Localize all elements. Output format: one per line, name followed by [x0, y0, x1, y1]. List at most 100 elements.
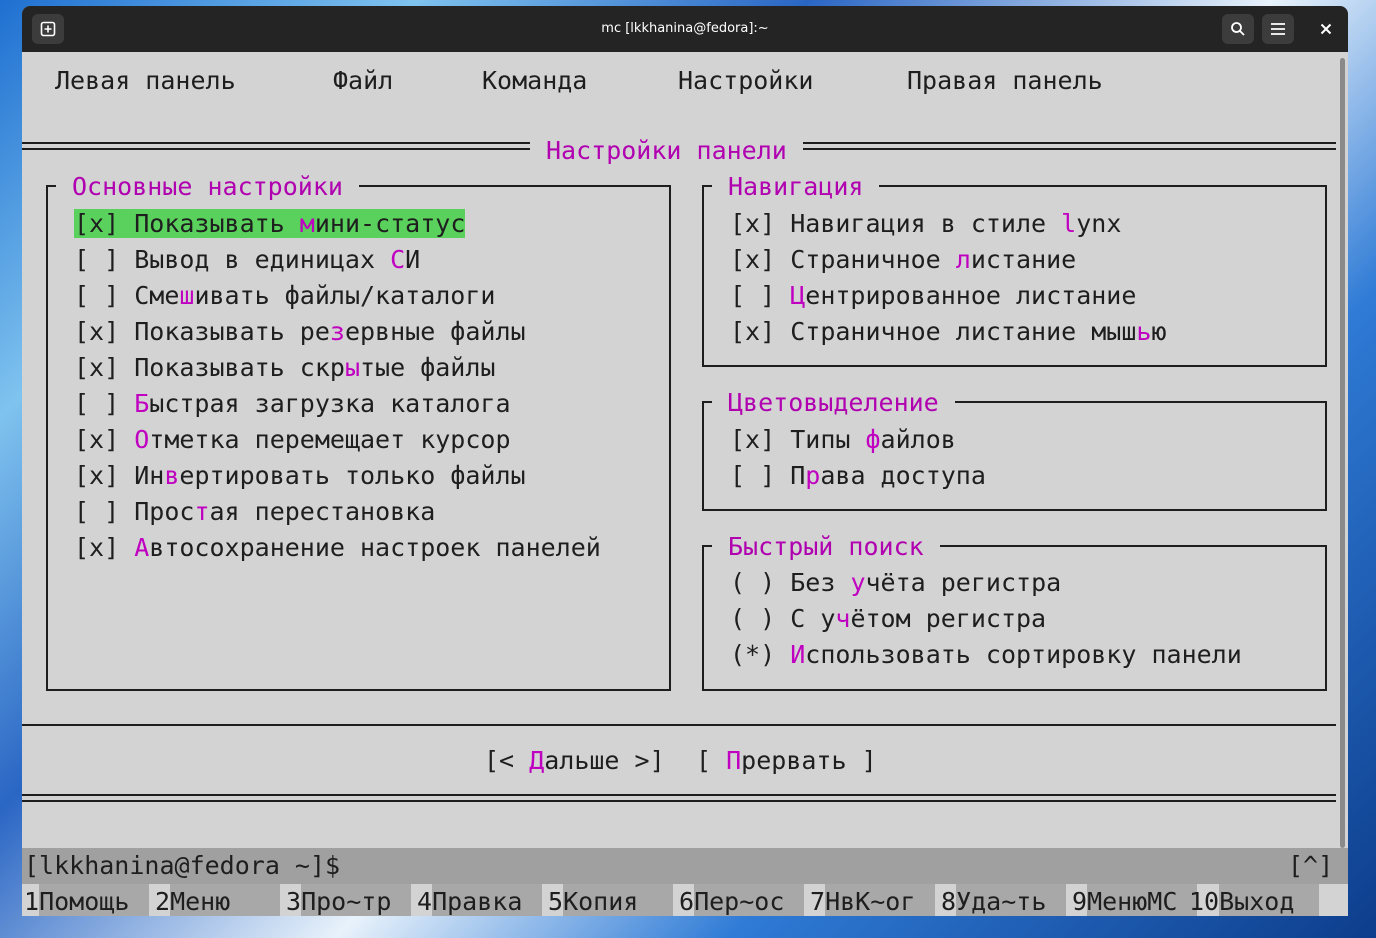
fkey-7[interactable]: 7НвК~ог	[810, 884, 936, 916]
nav-setting-item[interactable]: [x] Навигация в стиле lynx	[730, 209, 1121, 239]
main-setting-item[interactable]: [ ] Вывод в единицах СИ	[74, 245, 420, 275]
fkey-10[interactable]: 10Выход	[1189, 884, 1320, 916]
nav-setting-label: Страничное листание мыш	[790, 317, 1137, 346]
main-setting-item[interactable]: [ ] Простая перестановка	[74, 497, 435, 527]
highlighting-title: Цветовыделение	[712, 388, 955, 418]
fkey-label: Про~тр	[301, 884, 412, 916]
main-setting-label-rest: ыстрая загрузка каталога	[149, 389, 511, 418]
menu-settings[interactable]: Настройки	[678, 66, 813, 96]
buttons-separator-top	[22, 724, 1336, 726]
fkey-8[interactable]: 8Уда~ть	[941, 884, 1067, 916]
main-setting-checkbox: [x]	[74, 425, 120, 454]
quick-search-option-item[interactable]: ( ) С учётом регистра	[730, 604, 1046, 634]
next-button-rest: альше >]	[544, 746, 665, 775]
next-button[interactable]: [< Дальше >]	[484, 746, 665, 776]
fkey-1[interactable]: 1Помощь	[24, 884, 150, 916]
main-setting-item[interactable]: [x] Инвертировать только файлы	[74, 461, 526, 491]
main-setting-label: Показывать	[134, 209, 300, 238]
next-button-hotkey: Д	[529, 746, 545, 775]
fkey-number: 2	[155, 887, 171, 916]
main-setting-item[interactable]: [ ] Быстрая загрузка каталога	[74, 389, 511, 419]
main-setting-item[interactable]: [ ] Смешивать файлы/каталоги	[74, 281, 495, 311]
dialog-title: Настройки панели	[530, 136, 803, 166]
highlight-setting-item[interactable]: [ ] Права доступа	[730, 461, 986, 491]
nav-setting-checkbox: [x]	[730, 209, 776, 238]
main-setting-checkbox: [ ]	[74, 497, 120, 526]
dialog-bottom-line-2	[22, 800, 1336, 802]
menu-file[interactable]: Файл	[333, 66, 393, 96]
fkey-3[interactable]: 3Про~тр	[286, 884, 412, 916]
quick-search-option-item[interactable]: ( ) Без учёта регистра	[730, 568, 1061, 598]
fkey-number: 10	[1189, 887, 1220, 916]
main-setting-hotkey: м	[299, 209, 315, 238]
quick-search-option-label: С у	[790, 604, 836, 633]
main-setting-hotkey: в	[164, 461, 180, 490]
main-setting-label: Вывод в единицах	[134, 245, 391, 274]
abort-button-open: [	[696, 746, 727, 775]
main-setting-checkbox: [ ]	[74, 389, 120, 418]
fkey-label: Выход	[1219, 884, 1320, 916]
nav-setting-item[interactable]: [ ] Центрированное листание	[730, 281, 1136, 311]
quick-search-option-item[interactable]: (*) Использовать сортировку панели	[730, 640, 1242, 670]
next-button-open: [<	[484, 746, 530, 775]
main-setting-label-rest: ервные файлы	[344, 317, 526, 346]
search-icon[interactable]	[1222, 14, 1254, 44]
fkey-label: Меню	[170, 884, 281, 916]
main-setting-hotkey: ш	[179, 281, 195, 310]
main-setting-hotkey: О	[134, 425, 150, 454]
history-indicator[interactable]: [^]	[1288, 851, 1333, 881]
main-setting-label-rest: ая перестановка	[209, 497, 436, 526]
quick-search-option-label-rest: ётом регистра	[850, 604, 1047, 633]
quick-search-option-checkbox: ( )	[730, 568, 776, 597]
dialog-bottom-line	[22, 794, 1336, 796]
quick-search-option-hotkey: ч	[835, 604, 851, 633]
menu-left-panel[interactable]: Левая панель	[55, 66, 236, 96]
fkey-number: 4	[417, 887, 433, 916]
fkey-6[interactable]: 6Пер~ос	[679, 884, 805, 916]
shell-prompt: [lkkhanina@fedora ~]$	[24, 851, 341, 880]
quick-search-option-checkbox: ( )	[730, 604, 776, 633]
fkey-label: МенюМС	[1087, 884, 1198, 916]
main-setting-hotkey: С	[390, 245, 406, 274]
main-setting-label: Ин	[134, 461, 165, 490]
fkey-label: НвК~ог	[825, 884, 936, 916]
menu-right-panel[interactable]: Правая панель	[907, 66, 1103, 96]
hamburger-menu-icon[interactable]	[1262, 14, 1294, 44]
main-setting-label: Сме	[134, 281, 180, 310]
main-setting-checkbox: [x]	[74, 461, 120, 490]
main-setting-item[interactable]: [x] Автосохранение настроек панелей	[74, 533, 601, 563]
main-setting-item[interactable]: [x] Отметка перемещает курсор	[74, 425, 511, 455]
fkey-5[interactable]: 5Копия	[548, 884, 674, 916]
fkey-number: 6	[679, 887, 695, 916]
main-setting-item[interactable]: [x] Показывать резервные файлы	[74, 317, 526, 347]
close-icon[interactable]	[1310, 14, 1342, 44]
nav-setting-label: Страничное	[790, 245, 956, 274]
scrollbar[interactable]	[1340, 58, 1345, 848]
main-setting-item[interactable]: [x] Показывать скрытые файлы	[74, 353, 495, 383]
nav-setting-item[interactable]: [x] Страничное листание	[730, 245, 1076, 275]
main-setting-label-rest: тметка перемещает курсор	[149, 425, 511, 454]
command-line[interactable]: [lkkhanina@fedora ~]$ [^]	[22, 848, 1348, 884]
main-setting-checkbox: [ ]	[74, 245, 120, 274]
highlight-setting-label: Типы	[790, 425, 866, 454]
fkey-9[interactable]: 9МенюМС	[1072, 884, 1198, 916]
main-setting-label-rest: ини-статус	[314, 209, 466, 238]
quick-search-option-label: Без	[790, 568, 851, 597]
main-setting-hotkey: ы	[344, 353, 360, 382]
nav-setting-checkbox: [x]	[730, 245, 776, 274]
main-setting-checkbox: [x]	[74, 317, 120, 346]
fkey-4[interactable]: 4Правка	[417, 884, 543, 916]
quick-search-option-label-rest: чёта регистра	[865, 568, 1062, 597]
fkey-number: 8	[941, 887, 957, 916]
main-setting-item[interactable]: [x] Показывать мини-статус	[74, 209, 466, 239]
nav-setting-item[interactable]: [x] Страничное листание мышью	[730, 317, 1167, 347]
highlight-setting-item[interactable]: [x] Типы файлов	[730, 425, 956, 455]
abort-button[interactable]: [ Прервать ]	[696, 746, 877, 776]
main-setting-label-rest: ертировать только файлы	[179, 461, 526, 490]
highlight-setting-hotkey: ф	[865, 425, 881, 454]
fkey-label: Копия	[563, 884, 674, 916]
fkey-label: Помощь	[39, 884, 150, 916]
menu-command[interactable]: Команда	[482, 66, 587, 96]
fkey-2[interactable]: 2Меню	[155, 884, 281, 916]
fkey-label: Пер~ос	[694, 884, 805, 916]
